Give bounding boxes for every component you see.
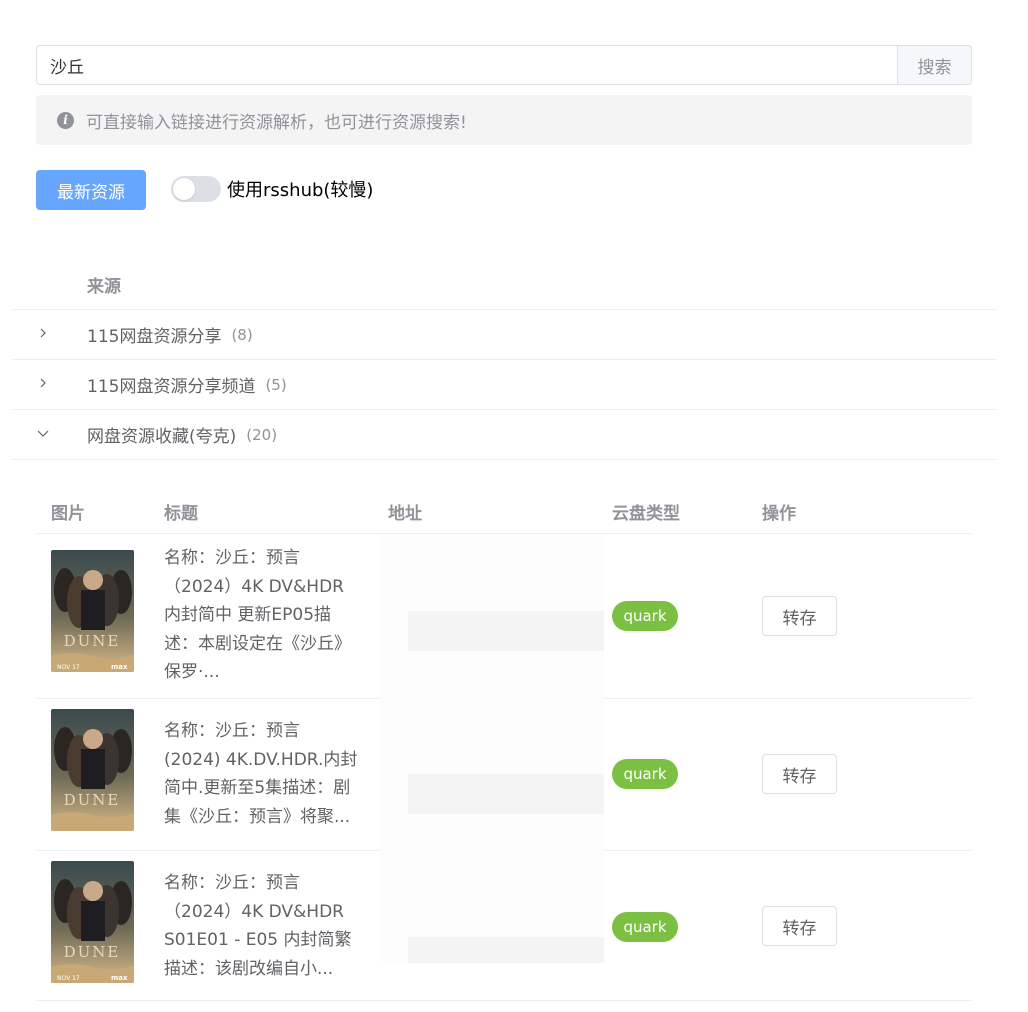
source-group-name: 115网盘资源分享 xyxy=(87,327,222,347)
address-cell xyxy=(380,534,604,699)
address-column-header: 地址 xyxy=(388,504,422,524)
svg-text:DUNE: DUNE xyxy=(64,632,121,650)
title-line: （2024）4K DV&HDR xyxy=(164,576,344,597)
title-line: 集《沙丘：预言》将聚... xyxy=(164,806,351,827)
address-redacted xyxy=(408,774,604,814)
svg-text:DUNE: DUNE xyxy=(64,943,121,961)
svg-text:max: max xyxy=(111,663,128,671)
toggle-knob xyxy=(173,178,195,200)
svg-text:NOV 17: NOV 17 xyxy=(57,975,80,982)
table-row: DUNE NOV 17 max 名称：沙丘：预言 （2024）4K DV&HDR… xyxy=(36,534,972,699)
title-line: 简中.更新至5集描述：剧 xyxy=(164,778,351,798)
resource-table: 图片 标题 地址 云盘类型 操作 DUNE NOV 17 max 名称：沙丘：预… xyxy=(36,485,972,1001)
source-group-count: (20) xyxy=(246,425,278,444)
source-group-row[interactable]: 115网盘资源分享 (8) xyxy=(12,310,997,360)
title-line: 名称：沙丘：预言 xyxy=(164,721,300,741)
chevron-down-icon[interactable] xyxy=(36,426,50,440)
chevron-right-icon[interactable] xyxy=(36,326,50,340)
title-line: 内封简中 更新EP05描 xyxy=(164,605,332,625)
poster-image: DUNE NOV 17 max xyxy=(51,550,134,672)
search-input[interactable] xyxy=(36,45,897,85)
resource-table-header: 图片 标题 地址 云盘类型 操作 xyxy=(36,485,972,534)
source-group-row[interactable]: 网盘资源收藏(夸克) (20) xyxy=(12,410,997,460)
title-line: 名称：沙丘：预言 xyxy=(164,873,300,893)
cloud-type-column-header: 云盘类型 xyxy=(612,504,680,524)
title-line: 保罗·... xyxy=(164,662,220,682)
table-row: DUNE 名称：沙丘：预言 (2024) 4K.DV.HDR.内封 简中.更新至… xyxy=(36,699,972,851)
latest-resources-button[interactable]: 最新资源 xyxy=(36,170,146,210)
alert-text: 可直接输入链接进行资源解析，也可进行资源搜索! xyxy=(86,112,467,133)
rsshub-toggle[interactable]: 使用rsshub(较慢) xyxy=(171,176,373,202)
address-cell xyxy=(380,699,604,851)
title-line: 名称：沙丘：预言 xyxy=(164,548,300,568)
source-table-header: 来源 xyxy=(12,260,997,310)
source-group-row[interactable]: 115网盘资源分享频道 (5) xyxy=(12,360,997,410)
save-button[interactable]: 转存 xyxy=(762,754,837,794)
title-line: (2024) 4K.DV.HDR.内封 xyxy=(164,749,358,770)
source-group-name: 网盘资源收藏(夸克) xyxy=(87,427,237,447)
poster-image: DUNE xyxy=(51,709,134,831)
resource-title: 名称：沙丘：预言 （2024）4K DV&HDR 内封简中 更新EP05描 述：… xyxy=(164,544,360,687)
title-line: 述：本剧设定在《沙丘》 xyxy=(164,633,351,654)
info-alert: i 可直接输入链接进行资源解析，也可进行资源搜索! xyxy=(36,95,972,145)
title-line: S01E01 - E05 内封简繁 xyxy=(164,930,352,950)
address-redacted xyxy=(408,611,604,651)
source-group-count: (5) xyxy=(265,375,287,394)
source-column-header: 来源 xyxy=(87,277,121,297)
poster-image: DUNE NOV 17 max xyxy=(51,861,134,983)
title-line: （2024）4K DV&HDR xyxy=(164,901,344,922)
source-group-count: (8) xyxy=(231,325,253,344)
address-cell xyxy=(380,851,604,963)
svg-text:NOV 17: NOV 17 xyxy=(57,664,80,671)
rsshub-toggle-label: 使用rsshub(较慢) xyxy=(227,180,374,201)
save-button[interactable]: 转存 xyxy=(762,906,837,946)
svg-text:DUNE: DUNE xyxy=(64,791,121,809)
table-row: DUNE NOV 17 max 名称：沙丘：预言 （2024）4K DV&HDR… xyxy=(36,851,972,1001)
search-bar: 搜索 xyxy=(36,45,972,85)
source-table: 来源 115网盘资源分享 (8) 115网盘资源分享频道 (5) 网盘资源收藏(… xyxy=(12,260,997,460)
resource-title: 名称：沙丘：预言 (2024) 4K.DV.HDR.内封 简中.更新至5集描述：… xyxy=(164,717,360,831)
toggle-switch[interactable] xyxy=(171,176,221,202)
chevron-right-icon[interactable] xyxy=(36,376,50,390)
save-button[interactable]: 转存 xyxy=(762,596,837,636)
address-redacted xyxy=(408,937,604,963)
source-group-name: 115网盘资源分享频道 xyxy=(87,377,256,397)
svg-text:max: max xyxy=(111,974,128,982)
image-column-header: 图片 xyxy=(51,504,85,524)
resource-title: 名称：沙丘：预言 （2024）4K DV&HDR S01E01 - E05 内封… xyxy=(164,869,360,983)
cloud-type-tag: quark xyxy=(612,601,678,631)
title-line: 描述：该剧改编自小... xyxy=(164,958,334,979)
action-column-header: 操作 xyxy=(762,504,796,524)
title-column-header: 标题 xyxy=(164,504,198,524)
search-button[interactable]: 搜索 xyxy=(897,45,972,85)
cloud-type-tag: quark xyxy=(612,912,678,942)
cloud-type-tag: quark xyxy=(612,759,678,789)
info-icon: i xyxy=(57,111,74,129)
